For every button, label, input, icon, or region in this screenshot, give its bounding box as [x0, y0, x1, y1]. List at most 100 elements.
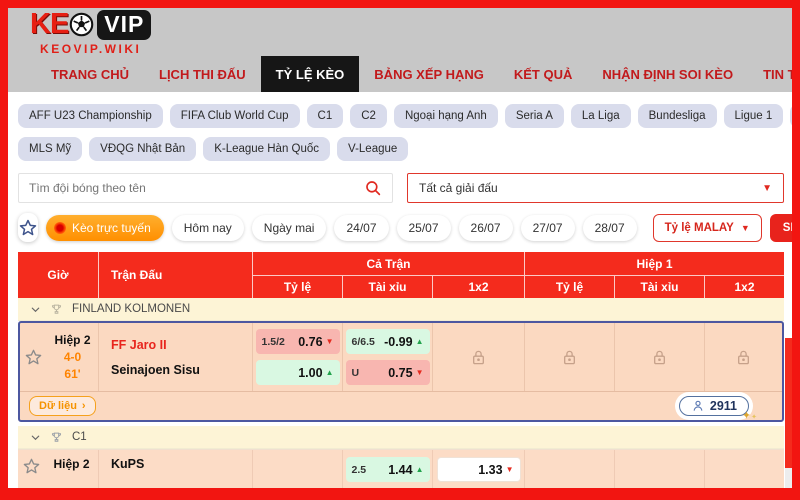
- handicap-odds: 1.00: [298, 366, 322, 380]
- live-dot-icon: [54, 222, 66, 234]
- match-period: Hiệp 2: [53, 457, 89, 471]
- ht-handicap-cell: [524, 450, 614, 488]
- table-scrollbar[interactable]: [785, 338, 792, 488]
- league-pill[interactable]: K-League Hàn Quốc: [203, 137, 330, 161]
- day-pill-tomorrow[interactable]: Ngày mai: [252, 215, 327, 241]
- search-icon[interactable]: [364, 179, 382, 197]
- search-input[interactable]: [29, 181, 364, 195]
- away-team: Seinajoen Sisu: [111, 363, 200, 377]
- trend-up-icon: ▲: [326, 368, 334, 377]
- day-pill-today[interactable]: Hôm nay: [172, 215, 244, 241]
- handicap-odds: 0.76: [298, 335, 322, 349]
- col-header-ft-1x2: 1x2: [432, 275, 524, 298]
- league-pill[interactable]: VĐQG Bồ Đào Nha: [790, 104, 792, 128]
- nav-tin-tuc[interactable]: TIN TỨC: [748, 56, 800, 92]
- odds-chip-handicap-home[interactable]: 1.5/2 0.76 ▼: [256, 329, 340, 354]
- viewers-counter[interactable]: 2911 ✦✦: [679, 396, 749, 416]
- table-header: Giờ Trận Đấu Cả Trận Hiệp 1 Tỷ lệ Tài xỉ…: [18, 252, 784, 298]
- league-pill[interactable]: Ligue 1: [724, 104, 784, 128]
- section-header-finland[interactable]: FINLAND KOLMONEN: [18, 298, 784, 321]
- col-header-half-time: Hiệp 1: [524, 252, 784, 275]
- sparkle-icon: ✦✦: [742, 409, 757, 422]
- league-pill[interactable]: Seria A: [505, 104, 564, 128]
- match-teams-cell[interactable]: FF Jaro II Seinajoen Sisu: [98, 323, 252, 391]
- ht-overunder-cell: [614, 450, 704, 488]
- match-teams-cell[interactable]: KuPS: [98, 450, 252, 488]
- toolbar: Kèo trực tuyến Hôm nay Ngày mai 24/07 25…: [18, 213, 784, 242]
- favorites-star-button[interactable]: [18, 213, 38, 242]
- match-time-cell: Hiệp 2 4-0 61': [20, 323, 98, 391]
- league-pill[interactable]: Ngoại hạng Anh: [394, 104, 498, 128]
- trend-up-icon: ▲: [416, 337, 424, 346]
- match-status: Hiệp 2 4-0 61': [47, 333, 98, 381]
- league-pill[interactable]: VĐQG Nhật Bản: [89, 137, 196, 161]
- trend-down-icon: ▼: [506, 465, 514, 474]
- ht-1x2-cell: [704, 323, 782, 391]
- bookmaker-dropdown[interactable]: SBOBET ▼: [770, 214, 792, 242]
- match-block-finland: Hiệp 2 4-0 61' FF Jaro II Seinajoen Sisu…: [18, 321, 784, 422]
- bookmaker-label: SBOBET: [783, 222, 792, 234]
- ft-1x2-cell: [432, 323, 524, 391]
- ft-1x2-cell: 1.33 ▼: [432, 450, 524, 488]
- nav-trang-chu[interactable]: TRANG CHỦ: [36, 56, 144, 92]
- nav-ty-le-keo[interactable]: TỶ LỆ KÈO: [261, 56, 360, 92]
- trend-down-icon: ▼: [326, 337, 334, 346]
- logo-text-vip: VIP: [97, 10, 151, 40]
- nav-ket-qua[interactable]: KẾT QUẢ: [499, 56, 588, 92]
- league-pill[interactable]: AFF U23 Championship: [18, 104, 163, 128]
- trophy-icon: [50, 303, 63, 316]
- league-pill[interactable]: Bundesliga: [638, 104, 717, 128]
- league-pill[interactable]: C2: [350, 104, 387, 128]
- col-header-ht-ou: Tài xỉu: [614, 275, 704, 298]
- person-icon: [691, 399, 705, 413]
- day-pill-2607[interactable]: 26/07: [459, 215, 513, 241]
- league-pill[interactable]: MLS Mỹ: [18, 137, 82, 161]
- favorite-star-icon[interactable]: [24, 348, 43, 367]
- odds-chip-over[interactable]: 2.5 1.44 ▲: [346, 457, 430, 482]
- match-score: 4-0: [64, 350, 81, 364]
- data-button-label: Dữ liệu: [39, 400, 77, 412]
- ft-handicap-cell: 1.5/2 0.76 ▼ 1.00 ▲: [252, 323, 342, 391]
- scrollbar-thumb[interactable]: [785, 338, 792, 468]
- section-header-c1[interactable]: C1: [18, 426, 784, 449]
- match-row: Hiệp 2 4-0 61' FF Jaro II Seinajoen Sisu…: [20, 323, 782, 391]
- ht-handicap-cell: [524, 323, 614, 391]
- odds-format-dropdown[interactable]: Tỷ lệ MALAY ▼: [653, 214, 762, 242]
- favorite-star-icon[interactable]: [22, 457, 41, 476]
- ou-line: U: [352, 367, 360, 379]
- nav-nhan-dinh[interactable]: NHẬN ĐỊNH SOI KÈO: [587, 56, 748, 92]
- col-header-full-time: Cả Trận: [252, 252, 524, 275]
- section-league-name: C1: [72, 431, 87, 443]
- logo[interactable]: KE VIP KEOVIP.WIKI: [30, 8, 151, 56]
- team-search[interactable]: [18, 173, 393, 203]
- league-pill[interactable]: La Liga: [571, 104, 631, 128]
- odds-chip-handicap-away[interactable]: 1.00 ▲: [256, 360, 340, 385]
- league-pill[interactable]: FIFA Club World Cup: [170, 104, 300, 128]
- league-pill[interactable]: V-League: [337, 137, 408, 161]
- day-pill-2707[interactable]: 27/07: [521, 215, 575, 241]
- league-select[interactable]: Tất cả giải đấu ▼: [407, 173, 784, 203]
- caret-down-icon: ▼: [762, 183, 772, 194]
- site-header: KE VIP KEOVIP.WIKI: [8, 8, 792, 56]
- nav-lich-thi-dau[interactable]: LỊCH THI ĐẤU: [144, 56, 261, 92]
- day-pill-2807[interactable]: 28/07: [583, 215, 637, 241]
- odds-chip-1x2[interactable]: 1.33 ▼: [437, 457, 521, 482]
- logo-text-keo: KE: [30, 8, 68, 41]
- league-pill[interactable]: C1: [307, 104, 344, 128]
- col-header-ft-odds: Tỷ lệ: [252, 275, 342, 298]
- match-status: Hiệp 2: [45, 457, 98, 471]
- nav-bang-xep-hang[interactable]: BẢNG XẾP HẠNG: [359, 56, 499, 92]
- trophy-icon: [50, 431, 63, 444]
- odds-chip-under[interactable]: U 0.75 ▼: [346, 360, 430, 385]
- odds-chip-over[interactable]: 6/6.5 -0.99 ▲: [346, 329, 430, 354]
- col-header-ft-ou: Tài xỉu: [342, 275, 432, 298]
- data-button[interactable]: Dữ liệu ›: [29, 396, 96, 416]
- ou-odds: 0.75: [388, 366, 412, 380]
- match-period: Hiệp 2: [54, 333, 90, 347]
- search-row: Tất cả giải đấu ▼: [18, 173, 784, 203]
- day-pill-2407[interactable]: 24/07: [334, 215, 388, 241]
- ft-overunder-cell: 2.5 1.44 ▲: [342, 450, 432, 488]
- day-pill-2507[interactable]: 25/07: [397, 215, 451, 241]
- live-odds-toggle[interactable]: Kèo trực tuyến: [46, 215, 164, 241]
- odds-format-label: Tỷ lệ MALAY: [665, 222, 734, 234]
